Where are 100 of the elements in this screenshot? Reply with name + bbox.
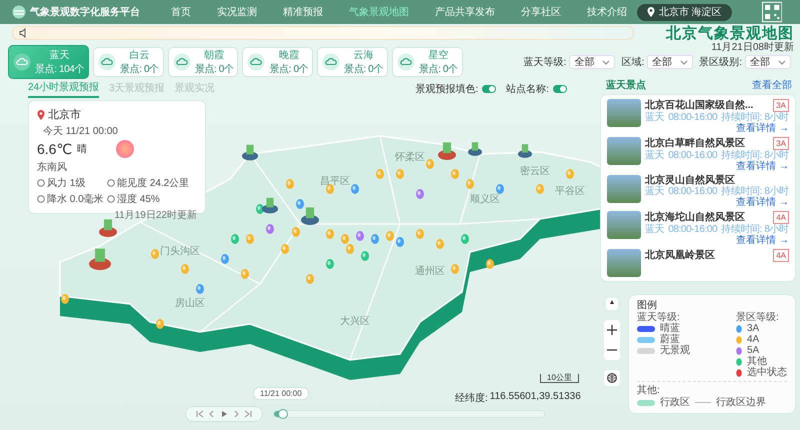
view-all-link[interactable]: 查看全部 xyxy=(752,78,792,92)
category-card[interactable]: 朝霞 景点: 0个 xyxy=(168,47,238,77)
skip-back-icon[interactable] xyxy=(196,410,204,418)
previous-icon[interactable] xyxy=(208,410,216,418)
district-label: 大兴区 xyxy=(340,314,370,328)
category-name: 朝霞 xyxy=(204,48,224,62)
legend-label: 晴蓝 xyxy=(660,323,680,334)
filter-dropdown[interactable]: 全部 xyxy=(647,55,694,69)
map-pin-icon[interactable] xyxy=(156,319,164,329)
district-label: 房山区 xyxy=(175,296,205,310)
category-card[interactable]: 晚霞 景点: 0个 xyxy=(242,47,314,77)
map-pin-icon[interactable] xyxy=(296,199,304,209)
location-button[interactable]: 北京市 海淀区 xyxy=(636,4,732,20)
scenic-spot-name[interactable]: 北京海坨山自然风景区 xyxy=(645,212,745,223)
details-link[interactable]: 查看详情 → xyxy=(736,123,789,134)
landscape-type: 蓝天 xyxy=(645,186,664,197)
district-label: 顺义区 xyxy=(470,192,500,206)
category-card[interactable]: 云海 景点: 0个 xyxy=(317,47,388,77)
next-icon[interactable] xyxy=(232,410,240,418)
floating-island-icon[interactable] xyxy=(301,207,319,225)
toggle-switch[interactable] xyxy=(553,85,567,93)
legend-label: 行政区边界 xyxy=(716,397,766,408)
time-range: 08:00-16:00 xyxy=(668,112,718,123)
time-label: 11/21 00:00 xyxy=(253,387,309,400)
chevron-down-icon xyxy=(602,60,610,64)
category-name: 白云 xyxy=(129,49,150,62)
slider-thumb[interactable] xyxy=(278,409,288,419)
legend-label: 选中状态 xyxy=(747,367,787,378)
filter-dropdown[interactable]: 全部 xyxy=(569,55,616,69)
photo-placeholder xyxy=(607,249,641,277)
floating-island-icon[interactable] xyxy=(438,142,456,160)
grade-badge: 3A xyxy=(773,99,789,112)
category-card[interactable]: 星空 景点: 0个 xyxy=(392,47,463,77)
map-pin-icon[interactable] xyxy=(356,231,364,241)
map-pin-icon[interactable] xyxy=(221,254,229,264)
time-range: 08:00-16:00 xyxy=(668,186,718,197)
district-label: 昌平区 xyxy=(320,175,350,188)
filter-dropdown[interactable]: 全部 xyxy=(745,55,791,69)
scenic-spot-name[interactable]: 北京灵山自然风景区 xyxy=(645,175,735,186)
nav-link[interactable]: 首页 xyxy=(170,5,191,19)
duration: 持续时间: 8小时 xyxy=(721,224,789,235)
toggle-switch[interactable] xyxy=(482,85,496,93)
scenic-spot-name[interactable]: 北京百花山国家级自然... xyxy=(645,100,754,111)
map-pin-icon[interactable] xyxy=(351,184,359,194)
logo-icon xyxy=(12,5,26,19)
spot-count: 景点: 104个 xyxy=(35,62,84,76)
grade-badge: 3A xyxy=(773,137,789,150)
legend-label: 3A xyxy=(747,323,760,334)
scenic-spot-name[interactable]: 北京凤凰岭景区 xyxy=(645,250,715,261)
category-card[interactable]: 白云 景点: 0个 xyxy=(93,47,164,77)
location-pin-icon xyxy=(646,7,655,17)
map-pin-icon[interactable] xyxy=(371,234,379,244)
boundary-line xyxy=(695,402,711,403)
duration: 持续时间: 8小时 xyxy=(721,150,789,161)
spot-count: 景点: 0个 xyxy=(194,62,234,76)
nav-link[interactable]: 实况监测 xyxy=(216,5,257,19)
floating-island-icon[interactable] xyxy=(518,144,532,158)
nav-link[interactable]: 精准预报 xyxy=(282,5,323,19)
nav-link[interactable]: 技术介绍 xyxy=(586,5,627,19)
duration: 持续时间: 8小时 xyxy=(721,112,789,123)
coordinates-value: 116.55601,39.51336 xyxy=(490,391,581,404)
map-pin-icon[interactable] xyxy=(416,189,424,199)
time-slider[interactable] xyxy=(273,410,545,418)
zoom-in-button[interactable] xyxy=(604,322,620,338)
compass-button[interactable] xyxy=(606,298,618,310)
temperature: 6.6℃ xyxy=(37,140,72,158)
nav-link[interactable]: 分享社区 xyxy=(520,5,561,19)
floating-island-icon[interactable] xyxy=(468,142,482,156)
cloud-icon xyxy=(172,53,191,71)
details-link[interactable]: 查看详情 → xyxy=(736,235,789,246)
district-swatch xyxy=(637,400,655,406)
map-pin-icon[interactable] xyxy=(486,259,494,269)
floating-island-icon[interactable] xyxy=(262,198,278,214)
scenic-spot-name[interactable]: 北京白草畔自然风景区 xyxy=(645,138,745,149)
map-pin-icon[interactable] xyxy=(496,184,504,194)
globe-button[interactable] xyxy=(604,370,620,386)
map-pin-icon[interactable] xyxy=(396,237,404,247)
nav-link[interactable]: 气象景观地图 xyxy=(348,5,409,19)
floating-island-icon[interactable] xyxy=(99,219,117,237)
category-card[interactable]: 蓝天 景点: 104个 xyxy=(8,45,90,79)
toggle-label: 站点名称: xyxy=(506,82,549,96)
nav-link[interactable]: 产品共享发布 xyxy=(434,5,495,19)
details-link[interactable]: 查看详情 → xyxy=(736,161,789,172)
floating-island-icon[interactable] xyxy=(89,248,111,270)
map-pin-icon[interactable] xyxy=(61,294,69,304)
weather-condition: 晴 xyxy=(77,142,88,156)
map-pin-icon[interactable] xyxy=(256,204,264,214)
details-link[interactable]: 查看详情 → xyxy=(736,197,789,208)
forecast-tab[interactable]: 24小时景观预报 xyxy=(28,80,100,98)
qr-code-icon[interactable] xyxy=(762,1,782,23)
district-label: 怀柔区 xyxy=(395,150,425,164)
map-pin-icon[interactable] xyxy=(196,284,204,294)
floating-island-icon[interactable] xyxy=(242,144,258,160)
time-range: 08:00-16:00 xyxy=(668,150,718,161)
grade-badge: 4A xyxy=(773,211,789,224)
map-pin-icon[interactable] xyxy=(266,224,274,234)
city-name: 北京市 xyxy=(48,108,81,122)
update-time: 11月19日22时更新 xyxy=(114,208,197,222)
skip-forward-icon[interactable] xyxy=(244,410,252,418)
play-icon[interactable] xyxy=(220,410,228,418)
